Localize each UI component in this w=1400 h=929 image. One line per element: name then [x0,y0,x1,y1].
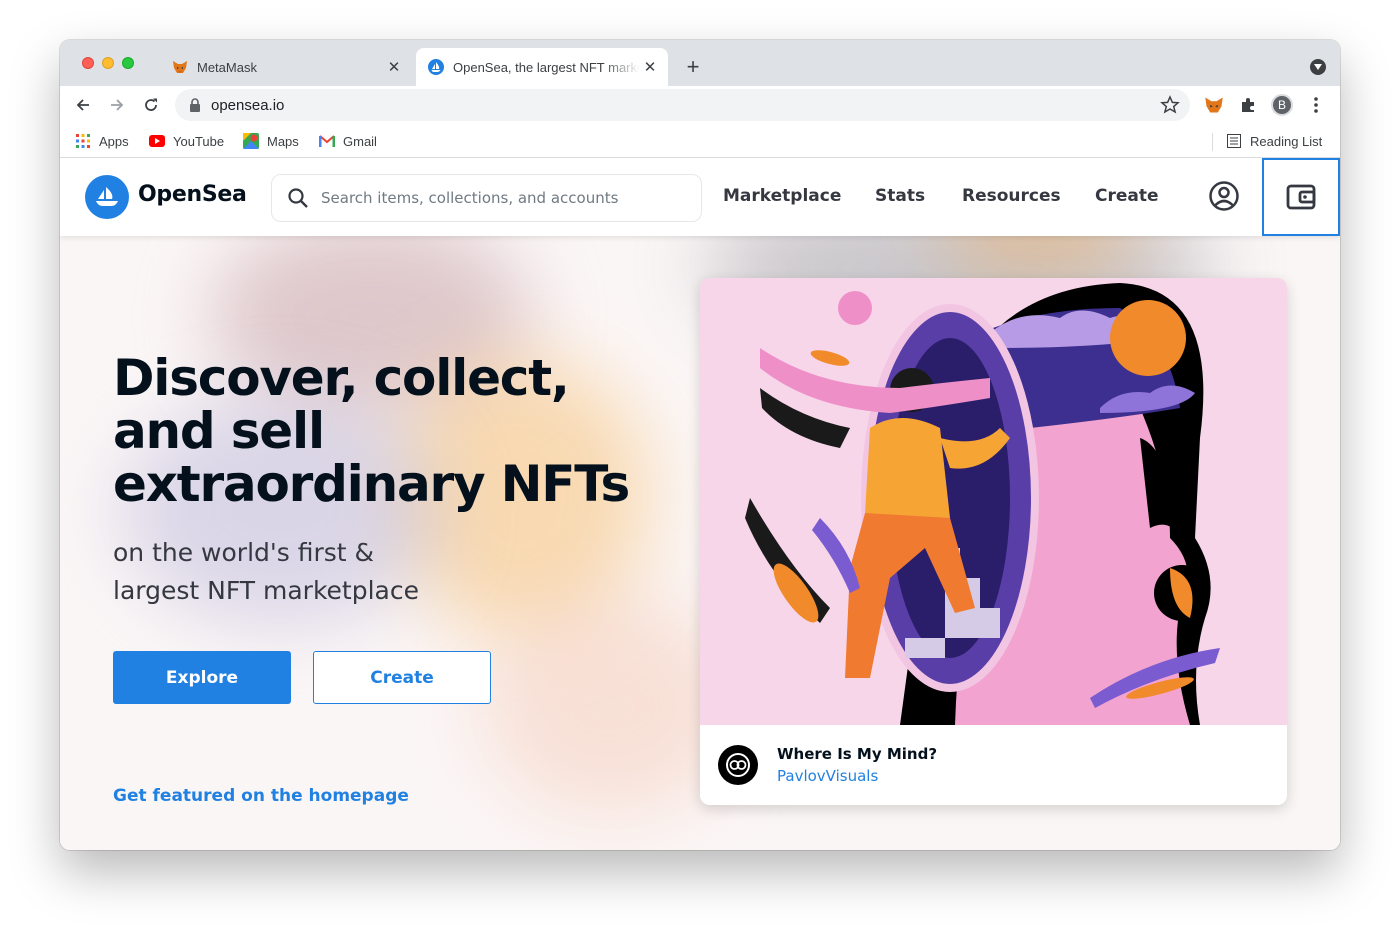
hero-subtitle: on the world's first & largest NFT marke… [113,534,533,610]
bookmark-label: Apps [99,133,129,149]
creator-logo-icon [726,753,750,777]
arrow-right-icon [111,99,124,111]
gmail-icon [319,133,335,149]
apps-grid-icon [75,133,91,149]
bookmark-label: Maps [267,133,299,149]
create-button[interactable]: Create [313,651,491,704]
featured-nft-card[interactable]: Where Is My Mind? PavlovVisuals [700,278,1287,805]
reading-list-label: Reading List [1250,133,1323,149]
brand-name[interactable]: OpenSea [138,182,247,207]
bookmark-youtube[interactable]: YouTube [149,132,224,150]
bookmark-star-icon[interactable] [1160,95,1180,115]
forward-button[interactable] [107,95,127,115]
close-window-button[interactable] [82,57,94,69]
search-icon [288,188,308,208]
close-tab-icon[interactable]: ✕ [384,57,404,77]
tab-title: OpenSea, the largest NFT marketplace [453,59,640,75]
opensea-header: OpenSea Marketplace Stats Resources Crea… [60,158,1340,236]
opensea-logo-icon[interactable] [85,175,129,219]
bookmarks-separator [1212,133,1213,151]
reload-icon [145,98,157,111]
metamask-extension-icon[interactable] [1203,94,1225,116]
address-bar[interactable]: opensea.io [175,89,1190,121]
reading-list-button[interactable]: Reading List [1226,132,1322,150]
bookmark-label: Gmail [343,133,377,149]
account-icon[interactable] [1208,180,1240,212]
extensions-puzzle-icon[interactable] [1237,94,1259,116]
tab-title: MetaMask [197,59,257,75]
nav-resources[interactable]: Resources [962,186,1061,206]
get-featured-link[interactable]: Get featured on the homepage [113,786,409,806]
bookmarks-bar: Apps YouTube Maps Gmail Reading List [60,124,1340,158]
hero-title: Discover, collect, and sell extraordinar… [113,349,630,513]
bookmark-label: YouTube [173,133,225,149]
tab-search-button[interactable] [1310,59,1326,75]
bookmark-maps[interactable]: Maps [243,132,299,150]
wallet-button[interactable] [1262,158,1340,236]
profile-avatar[interactable]: B [1271,94,1293,116]
minimize-window-button[interactable] [102,57,114,69]
reading-list-icon [1226,133,1242,149]
arrow-left-icon [76,99,89,111]
nft-creator-link[interactable]: PavlovVisuals [777,767,878,785]
reload-button[interactable] [141,95,161,115]
nav-create[interactable]: Create [1095,186,1159,206]
lock-icon [190,98,200,112]
chevron-down-icon [1314,64,1322,70]
hero-subtitle-line2: largest NFT marketplace [113,576,419,605]
explore-button[interactable]: Explore [113,651,291,704]
nft-artwork-image[interactable] [700,278,1287,725]
bookmark-apps[interactable]: Apps [75,132,129,150]
nav-marketplace[interactable]: Marketplace [723,186,841,206]
close-tab-icon[interactable]: ✕ [640,57,660,77]
tab-opensea[interactable]: OpenSea, the largest NFT marketplace ✕ [416,48,668,86]
search-input[interactable] [321,189,691,207]
hero-subtitle-line1: on the world's first & [113,538,375,567]
browser-menu-icon[interactable] [1305,94,1327,116]
nav-stats[interactable]: Stats [875,186,925,206]
back-button[interactable] [73,95,93,115]
maximize-window-button[interactable] [122,57,134,69]
bookmark-gmail[interactable]: Gmail [319,132,377,150]
metamask-fox-icon [172,59,188,75]
tab-metamask[interactable]: MetaMask ✕ [160,48,412,86]
nft-name[interactable]: Where Is My Mind? [777,745,937,763]
browser-window: MetaMask ✕ OpenSea, the largest NFT mark… [60,40,1340,850]
page-content: OpenSea Marketplace Stats Resources Crea… [60,158,1340,850]
new-tab-button[interactable]: + [680,54,706,80]
browser-toolbar: opensea.io B [60,86,1340,124]
card-footer: Where Is My Mind? PavlovVisuals [700,725,1287,805]
creator-avatar[interactable] [718,745,758,785]
maps-icon [243,133,259,149]
url-text: opensea.io [211,96,285,114]
wallet-icon [1286,184,1316,210]
tab-strip: MetaMask ✕ OpenSea, the largest NFT mark… [60,40,1340,86]
search-box[interactable] [271,174,702,222]
youtube-icon [149,133,165,149]
opensea-icon [428,59,444,75]
